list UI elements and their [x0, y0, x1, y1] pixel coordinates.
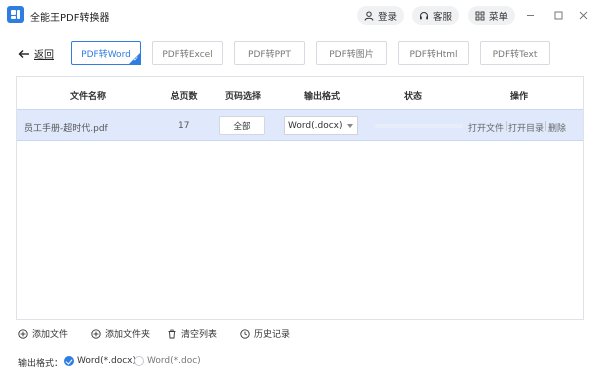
radio-docx-label: Word(*.docx) [77, 356, 137, 366]
total-pages-cell: 17 [178, 121, 190, 131]
back-label: 返回 [34, 50, 54, 61]
tab-label: PDF转Excel [162, 49, 213, 60]
open-folder-link[interactable]: 打开目录 [508, 121, 544, 134]
clear-list-label: 清空列表 [181, 330, 218, 340]
table-row[interactable]: 员工手册-超时代.pdf 17 全部 Word(.docx) 打开文件 打开目录… [17, 109, 583, 141]
grid-menu-icon [475, 11, 485, 20]
tab-label: PDF转Word [81, 49, 131, 60]
login-label: 登录 [378, 11, 398, 23]
login-button[interactable]: 登录 [357, 6, 405, 25]
header-status: 状态 [403, 92, 423, 102]
app-logo-icon [7, 6, 24, 23]
menu-label: 菜单 [489, 11, 509, 23]
page-select-button[interactable]: 全部 [219, 116, 265, 135]
tab-label: PDF转图片 [329, 49, 374, 60]
minimize-icon[interactable] [521, 6, 539, 24]
radio-docx[interactable]: Word(*.docx) [64, 356, 136, 366]
clear-list-button[interactable]: 清空列表 [167, 327, 217, 340]
arrow-left-icon [18, 49, 29, 58]
status-progress-bar [375, 124, 463, 128]
maximize-icon[interactable] [549, 6, 567, 24]
headset-icon [420, 11, 428, 19]
add-folder-label: 添加文件夹 [105, 330, 151, 340]
history-label: 历史记录 [254, 330, 291, 340]
tab-pdf-to-image[interactable]: PDF转图片 [316, 41, 387, 65]
table-header: 文件名称 总页数 页码选择 输出格式 状态 操作 [17, 77, 583, 109]
header-total-pages: 总页数 [170, 92, 198, 102]
tab-pdf-to-ppt[interactable]: PDF转PPT [234, 41, 305, 65]
header-page-select: 页码选择 [224, 92, 262, 102]
close-icon[interactable] [574, 6, 592, 24]
tab-label: PDF转Html [409, 49, 458, 60]
tab-pdf-to-excel[interactable]: PDF转Excel [152, 41, 223, 65]
title-bar: 全能王PDF转换器 登录 客服 菜单 [0, 0, 600, 32]
user-icon [364, 11, 374, 21]
output-format-label: 输出格式： [18, 359, 64, 369]
plus-circle-icon [91, 328, 101, 339]
tab-label: PDF转Text [492, 49, 538, 60]
chevron-down-icon [347, 124, 353, 128]
open-file-link[interactable]: 打开文件 [468, 121, 504, 134]
output-format-select[interactable]: Word(.docx) [284, 116, 358, 135]
radio-doc[interactable]: Word(*.doc) [134, 356, 201, 366]
tab-label: PDF转PPT [248, 49, 291, 60]
clock-icon [240, 328, 250, 339]
plus-circle-icon [18, 328, 28, 339]
file-name-cell: 员工手册-超时代.pdf [24, 124, 108, 134]
back-button[interactable]: 返回 [18, 46, 54, 61]
header-file-name: 文件名称 [69, 92, 107, 102]
add-file-button[interactable]: 添加文件 [18, 327, 68, 340]
service-button[interactable]: 客服 [412, 6, 460, 25]
divider [545, 121, 546, 131]
trash-icon [168, 329, 176, 338]
delete-link[interactable]: 删除 [548, 121, 566, 134]
tab-pdf-to-word[interactable]: PDF转Word ✓ [71, 41, 141, 65]
header-actions: 操作 [509, 92, 529, 102]
add-folder-button[interactable]: 添加文件夹 [91, 327, 150, 340]
output-format-value: Word(.docx) [288, 120, 343, 131]
file-table: 文件名称 总页数 页码选择 输出格式 状态 操作 员工手册-超时代.pdf 17… [16, 76, 584, 320]
history-button[interactable]: 历史记录 [240, 327, 290, 340]
menu-button[interactable]: 菜单 [468, 6, 516, 25]
tab-pdf-to-text[interactable]: PDF转Text [480, 41, 550, 65]
service-label: 客服 [433, 11, 453, 23]
divider [506, 121, 507, 131]
radio-doc-label: Word(*.doc) [147, 356, 201, 366]
tab-pdf-to-html[interactable]: PDF转Html [398, 41, 469, 65]
header-output-format: 输出格式 [303, 92, 341, 102]
page-select-label: 全部 [233, 121, 251, 132]
add-file-label: 添加文件 [32, 330, 69, 340]
radio-unchecked-icon [134, 356, 144, 366]
radio-checked-icon [64, 356, 74, 366]
app-title: 全能王PDF转换器 [30, 13, 110, 24]
